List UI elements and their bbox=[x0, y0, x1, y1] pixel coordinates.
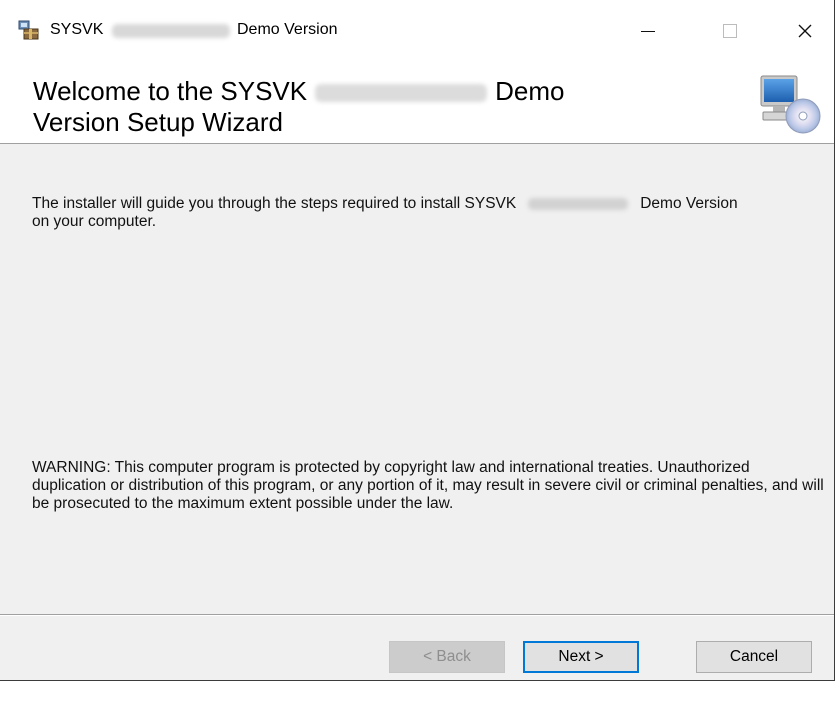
back-button[interactable]: < Back bbox=[389, 641, 505, 673]
window-title-suffix: Demo Version bbox=[237, 21, 338, 38]
computer-cd-icon bbox=[760, 75, 821, 134]
wizard-heading: Welcome to the SYSVK Demo Version Setup W… bbox=[33, 76, 564, 138]
next-button[interactable]: Next > bbox=[523, 641, 639, 673]
wizard-header: Welcome to the SYSVK Demo Version Setup W… bbox=[0, 62, 834, 144]
intro-text: The installer will guide you through the… bbox=[32, 195, 822, 231]
intro-suffix: Demo Version bbox=[640, 195, 738, 212]
cancel-button[interactable]: Cancel bbox=[696, 641, 812, 673]
footer-separator bbox=[0, 614, 834, 616]
title-bar[interactable]: SYSVK Demo Version bbox=[0, 0, 834, 62]
wizard-body: The installer will guide you through the… bbox=[0, 144, 834, 614]
close-button[interactable] bbox=[775, 0, 834, 62]
heading-line2: Version Setup Wizard bbox=[33, 107, 284, 137]
redacted-title-segment bbox=[112, 24, 230, 38]
heading-line1-prefix: Welcome to the SYSVK bbox=[33, 76, 308, 106]
installer-window: SYSVK Demo Version Welcome to the SYSVK D… bbox=[0, 0, 835, 681]
close-icon bbox=[798, 24, 812, 38]
intro-prefix: The installer will guide you through the… bbox=[32, 195, 517, 212]
redacted-heading-segment bbox=[315, 84, 488, 103]
redacted-intro-segment bbox=[528, 197, 629, 210]
minimize-icon bbox=[641, 30, 655, 32]
maximize-icon bbox=[723, 24, 737, 38]
intro-line2: on your computer. bbox=[32, 213, 157, 230]
heading-line1-suffix: Demo bbox=[495, 76, 565, 106]
installer-app-icon bbox=[18, 20, 39, 40]
maximize-button[interactable] bbox=[700, 0, 760, 62]
copyright-warning: WARNING: This computer program is protec… bbox=[32, 459, 824, 512]
minimize-button[interactable] bbox=[618, 0, 678, 62]
window-title-prefix: SYSVK bbox=[50, 21, 104, 38]
